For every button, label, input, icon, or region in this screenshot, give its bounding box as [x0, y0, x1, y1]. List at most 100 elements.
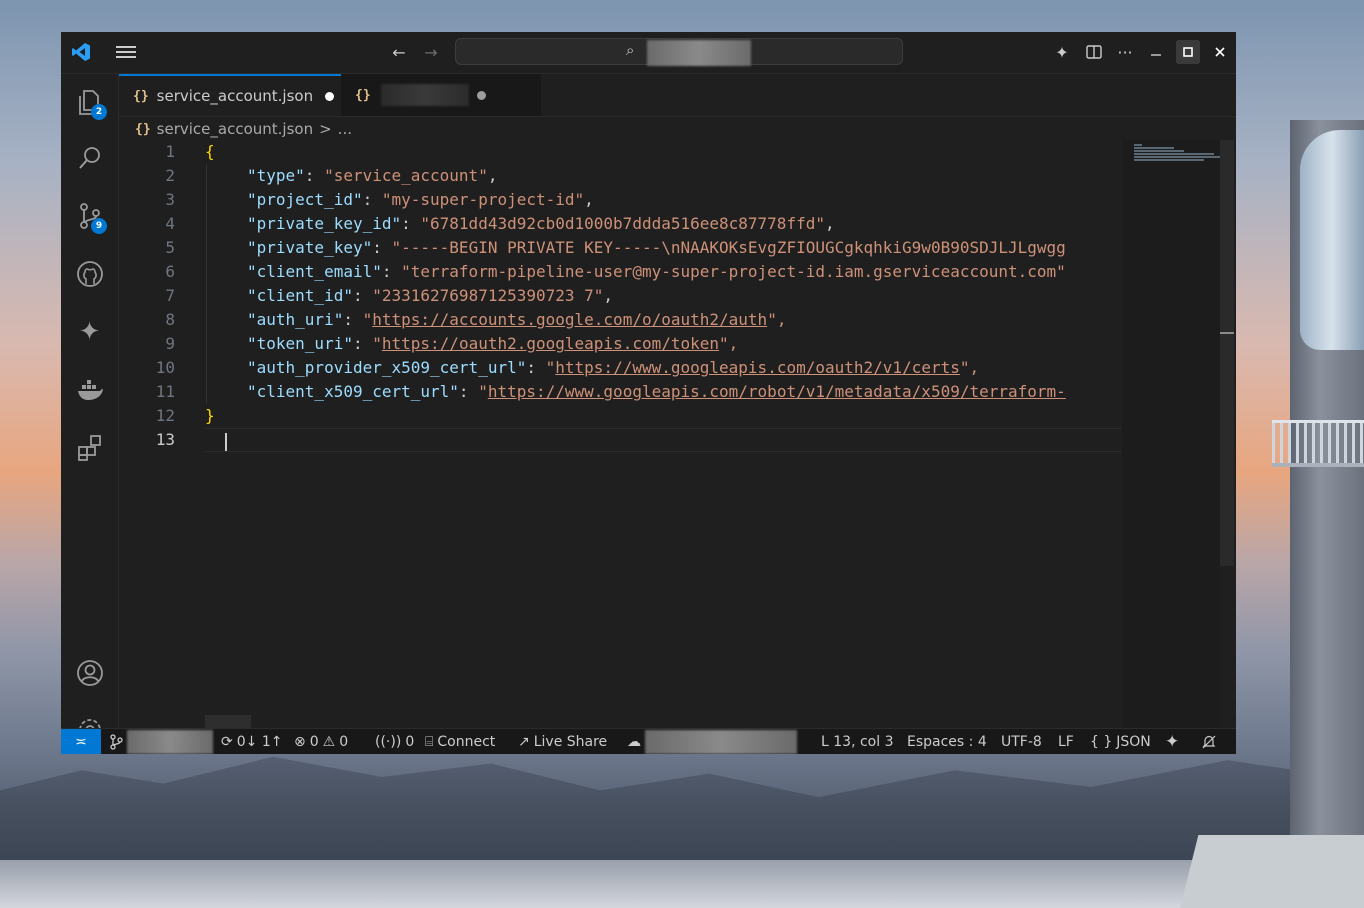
- copilot-button[interactable]: ✦: [61, 308, 118, 356]
- punctuation: ,: [603, 286, 614, 305]
- problems-status[interactable]: ⊗ 0 ⚠ 0: [294, 729, 348, 754]
- unsaved-dot-icon[interactable]: [476, 90, 486, 100]
- code-line[interactable]: "project_id": "my-super-project-id",: [205, 188, 1122, 212]
- unsaved-dot-icon[interactable]: [325, 91, 335, 101]
- menu-icon[interactable]: [114, 40, 138, 64]
- indentation-setting[interactable]: Espaces : 4: [907, 729, 987, 754]
- language-mode[interactable]: { } JSON: [1090, 729, 1151, 754]
- live-share-label: Live Share: [533, 734, 608, 750]
- url-link[interactable]: https://oauth2.googleapis.com/token: [382, 334, 719, 353]
- code-line[interactable]: }: [205, 404, 1122, 428]
- status-bar: ≍ ⟳ 0↓ 1↑ ⊗ 0 ⚠ 0 ((·)) 0 ⌸ Connect ↗ Li…: [61, 728, 1236, 754]
- close-window-icon[interactable]: [1208, 40, 1232, 64]
- json-key: "auth_uri": [247, 310, 344, 329]
- explorer-button[interactable]: 2: [61, 78, 118, 126]
- docker-button[interactable]: [61, 366, 118, 414]
- code-editor[interactable]: 1 2 3 4 5 6 7 8 9 10 11 12 13 { "type": …: [119, 140, 1122, 728]
- vscode-window: ← → ⌕ ✦ ··· 2 9 ✦ {} service_account.jso…: [61, 32, 1236, 754]
- minimap[interactable]: [1122, 140, 1220, 728]
- quote: ": [372, 334, 382, 353]
- accounts-button[interactable]: [61, 649, 118, 697]
- sync-icon: ⟳: [221, 734, 233, 750]
- encoding-setting[interactable]: UTF-8: [1001, 729, 1042, 754]
- code-line[interactable]: "client_email": "terraform-pipeline-user…: [205, 260, 1122, 284]
- github-icon: [76, 261, 103, 287]
- json-file-icon: {}: [355, 87, 371, 103]
- background-tower-dome: [1300, 130, 1364, 350]
- live-share-button[interactable]: ↗ Live Share: [518, 729, 607, 754]
- code-line[interactable]: {: [205, 140, 1122, 164]
- horizontal-scrollbar-thumb[interactable]: [205, 715, 251, 728]
- json-value: "6781dd43d92cb0d1000b7ddda516ee8c87778ff…: [420, 214, 825, 233]
- back-arrow-icon[interactable]: ←: [387, 40, 411, 64]
- code-line[interactable]: "client_x509_cert_url": "https://www.goo…: [205, 380, 1122, 404]
- minimap-line: [1134, 159, 1204, 161]
- command-center-search[interactable]: ⌕: [455, 38, 903, 66]
- connect-button[interactable]: ⌸ Connect: [425, 729, 495, 754]
- open-brace: {: [205, 142, 215, 161]
- vertical-scrollbar[interactable]: [1220, 140, 1234, 566]
- line-number: 9: [165, 334, 175, 353]
- url-link[interactable]: https://accounts.google.com/o/oauth2/aut…: [372, 310, 767, 329]
- code-lines[interactable]: { "type": "service_account", "project_id…: [205, 140, 1122, 452]
- copilot-sparkle-icon[interactable]: ✦: [1050, 40, 1074, 64]
- line-number: 12: [155, 406, 175, 425]
- copilot-status[interactable]: ✦: [1165, 729, 1179, 754]
- source-control-button[interactable]: 9: [61, 192, 118, 240]
- ports-status[interactable]: ((·)) 0: [375, 729, 414, 754]
- cloud-account-status[interactable]: ☁: [627, 729, 797, 754]
- sync-status[interactable]: ⟳ 0↓ 1↑: [221, 729, 282, 754]
- sparkle-icon: ✦: [1165, 732, 1180, 752]
- editor-tabs: {} service_account.json {}: [119, 74, 1236, 117]
- eol-setting[interactable]: LF: [1058, 729, 1074, 754]
- text-cursor: [225, 432, 227, 451]
- code-line[interactable]: "token_uri": "https://oauth2.googleapis.…: [205, 332, 1122, 356]
- maximize-window-icon[interactable]: [1176, 40, 1200, 64]
- json-key: "client_email": [247, 262, 382, 281]
- tab-second-file[interactable]: {}: [341, 74, 541, 116]
- line-number-gutter: 1 2 3 4 5 6 7 8 9 10 11 12 13: [119, 140, 179, 452]
- minimap-line: [1134, 150, 1184, 152]
- code-line[interactable]: "auth_uri": "https://accounts.google.com…: [205, 308, 1122, 332]
- breadcrumb-file[interactable]: service_account.json: [157, 120, 313, 138]
- quote: ": [478, 382, 488, 401]
- url-link[interactable]: https://www.googleapis.com/robot/v1/meta…: [488, 382, 1066, 401]
- json-file-icon: {}: [133, 88, 149, 104]
- docker-whale-icon: [77, 380, 103, 400]
- minimize-window-icon[interactable]: [1144, 40, 1168, 64]
- more-actions-icon[interactable]: ···: [1113, 40, 1137, 64]
- punctuation: ",: [719, 334, 739, 353]
- code-line[interactable]: "client_id": "23316276987125390723 7",: [205, 284, 1122, 308]
- breadcrumb-more[interactable]: ...: [338, 120, 352, 138]
- remote-indicator-button[interactable]: ≍: [61, 729, 101, 754]
- url-link[interactable]: https://www.googleapis.com/oauth2/v1/cer…: [555, 358, 960, 377]
- line-number: 2: [165, 166, 175, 185]
- code-line[interactable]: "auth_provider_x509_cert_url": "https://…: [205, 356, 1122, 380]
- breadcrumb: {} service_account.json > ...: [135, 118, 352, 140]
- json-file-icon: {}: [135, 121, 151, 137]
- error-count: 0: [309, 734, 319, 750]
- line-number: 4: [165, 214, 175, 233]
- json-value: "my-super-project-id": [381, 190, 585, 209]
- search-view-button[interactable]: [61, 134, 118, 182]
- code-line[interactable]: "private_key_id": "6781dd43d92cb0d1000b7…: [205, 212, 1122, 236]
- code-line[interactable]: "type": "service_account",: [205, 164, 1122, 188]
- tab-service-account-json[interactable]: {} service_account.json: [119, 74, 341, 116]
- github-button[interactable]: [61, 250, 118, 298]
- quote: ": [362, 310, 373, 329]
- branch-status[interactable]: [109, 729, 213, 754]
- source-control-badge: 9: [91, 218, 107, 234]
- toggle-panel-layout-icon[interactable]: [1082, 40, 1106, 64]
- json-key: "project_id": [247, 190, 363, 209]
- language-label: JSON: [1116, 734, 1151, 750]
- notifications-button[interactable]: [1201, 729, 1217, 754]
- forward-arrow-icon[interactable]: →: [419, 40, 443, 64]
- breadcrumb-separator: >: [319, 120, 332, 138]
- code-line[interactable]: "private_key": "-----BEGIN PRIVATE KEY--…: [205, 236, 1122, 260]
- code-line-current[interactable]: [205, 428, 1122, 452]
- connect-label: Connect: [437, 734, 496, 750]
- cursor-position[interactable]: L 13, col 3: [821, 729, 893, 754]
- title-bar: ← → ⌕ ✦ ···: [61, 32, 1236, 74]
- close-brace: }: [205, 406, 215, 425]
- extensions-button[interactable]: [61, 424, 118, 472]
